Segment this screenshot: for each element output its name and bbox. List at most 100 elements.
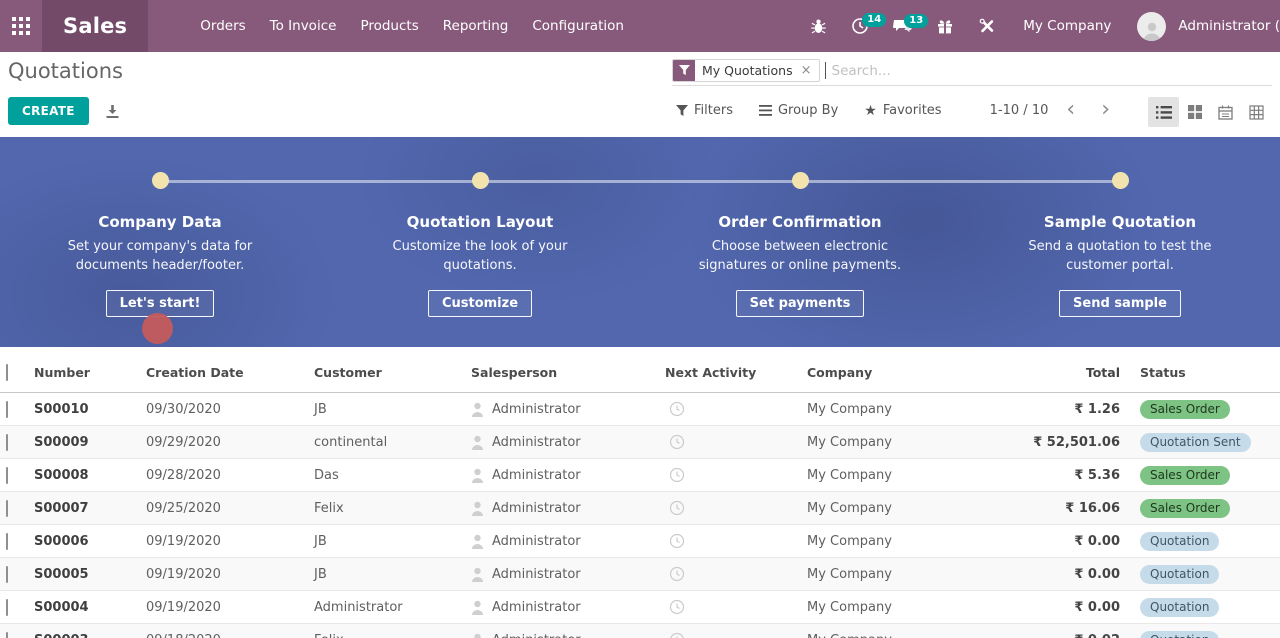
next-activity-clock-icon[interactable]	[669, 434, 807, 450]
table-row[interactable]: S00003 09/18/2020 Felix Administrator My…	[0, 624, 1280, 638]
app-name[interactable]: Sales	[42, 0, 148, 52]
cell-salesperson: Administrator	[492, 501, 581, 516]
column-header-company[interactable]: Company	[807, 365, 1010, 380]
status-badge: Quotation	[1140, 532, 1219, 551]
cell-total: ₹ 5.36	[1010, 468, 1120, 483]
table-row[interactable]: S00004 09/19/2020 Administrator Administ…	[0, 591, 1280, 624]
cell-number: S00010	[34, 402, 146, 417]
person-icon	[471, 402, 484, 417]
row-checkbox[interactable]	[6, 632, 8, 638]
nav-menu-configuration[interactable]: Configuration	[522, 10, 634, 42]
control-bar: CREATE Filters Group By ★ Favorites 1-10…	[0, 88, 1280, 137]
search-bar: My Quotations ×	[672, 56, 1272, 86]
funnel-icon	[673, 60, 695, 81]
row-checkbox[interactable]	[6, 401, 8, 418]
search-input[interactable]	[826, 63, 1273, 79]
row-checkbox[interactable]	[6, 467, 8, 484]
table-row[interactable]: S00007 09/25/2020 Felix Administrator My…	[0, 492, 1280, 525]
step-dot-icon	[472, 172, 489, 189]
onboarding-banner: Company Data Set your company's data for…	[0, 137, 1280, 347]
cell-total: ₹ 1.26	[1010, 402, 1120, 417]
nav-right-section: 14 13 My Company	[801, 0, 1280, 52]
cell-salesperson: Administrator	[492, 600, 581, 615]
apps-menu-icon[interactable]	[0, 0, 42, 52]
column-header-creation-date[interactable]: Creation Date	[146, 365, 314, 380]
row-checkbox[interactable]	[6, 533, 8, 550]
cell-creation-date: 09/29/2020	[146, 435, 314, 450]
cell-company: My Company	[807, 435, 1010, 450]
table-row[interactable]: S00005 09/19/2020 JB Administrator My Co…	[0, 558, 1280, 591]
calendar-view-button[interactable]	[1210, 97, 1241, 127]
person-icon	[471, 633, 484, 638]
next-activity-clock-icon[interactable]	[669, 599, 807, 615]
nav-menu-reporting[interactable]: Reporting	[433, 10, 519, 42]
person-icon	[471, 501, 484, 516]
list-view-button[interactable]	[1148, 97, 1179, 127]
user-menu[interactable]: Administrator (	[1172, 18, 1280, 34]
cell-company: My Company	[807, 468, 1010, 483]
row-checkbox[interactable]	[6, 500, 8, 517]
bug-icon[interactable]	[801, 10, 836, 43]
next-activity-clock-icon[interactable]	[669, 533, 807, 549]
group-by-icon	[759, 105, 772, 116]
cell-creation-date: 09/25/2020	[146, 501, 314, 516]
table-row[interactable]: S00010 09/30/2020 JB Administrator My Co…	[0, 393, 1280, 426]
nav-menu-products[interactable]: Products	[350, 10, 428, 42]
pivot-view-icon	[1249, 105, 1264, 120]
pivot-view-button[interactable]	[1241, 97, 1272, 127]
next-activity-clock-icon[interactable]	[669, 632, 807, 638]
create-button[interactable]: CREATE	[8, 97, 89, 125]
step-title: Sample Quotation	[960, 213, 1280, 231]
next-activity-clock-icon[interactable]	[669, 566, 807, 582]
column-header-total[interactable]: Total	[1010, 365, 1120, 380]
cell-company: My Company	[807, 534, 1010, 549]
filters-button[interactable]: Filters	[676, 103, 733, 118]
cell-salesperson: Administrator	[492, 534, 581, 549]
tools-icon[interactable]	[969, 9, 1005, 43]
row-checkbox[interactable]	[6, 599, 8, 616]
status-badge: Quotation	[1140, 565, 1219, 584]
select-all-checkbox[interactable]	[6, 364, 8, 381]
customize-button[interactable]: Customize	[428, 290, 532, 317]
quotations-list: Number Creation Date Customer Salesperso…	[0, 347, 1280, 638]
messages-count-badge: 13	[904, 14, 928, 28]
messages-icon[interactable]: 13	[884, 10, 921, 43]
column-header-next-activity[interactable]: Next Activity	[665, 365, 807, 380]
cell-salesperson: Administrator	[492, 567, 581, 582]
next-activity-clock-icon[interactable]	[669, 401, 807, 417]
favorites-button[interactable]: ★ Favorites	[864, 103, 941, 118]
set-payments-button[interactable]: Set payments	[736, 290, 865, 317]
column-header-status[interactable]: Status	[1120, 365, 1280, 380]
company-switcher[interactable]: My Company	[1011, 18, 1123, 34]
activities-icon[interactable]: 14	[842, 9, 878, 43]
column-header-number[interactable]: Number	[34, 365, 146, 380]
step-dot-icon	[152, 172, 169, 189]
table-row[interactable]: S00006 09/19/2020 JB Administrator My Co…	[0, 525, 1280, 558]
table-row[interactable]: S00009 09/29/2020 continental Administra…	[0, 426, 1280, 459]
cell-customer: JB	[314, 402, 471, 417]
filters-funnel-icon	[676, 105, 688, 117]
group-by-button[interactable]: Group By	[759, 103, 838, 118]
step-dot-icon	[1112, 172, 1129, 189]
nav-menu-to-invoice[interactable]: To Invoice	[260, 10, 347, 42]
user-avatar[interactable]	[1137, 12, 1166, 41]
column-header-salesperson[interactable]: Salesperson	[471, 365, 665, 380]
table-row[interactable]: S00008 09/28/2020 Das Administrator My C…	[0, 459, 1280, 492]
row-checkbox[interactable]	[6, 566, 8, 583]
pager-next-icon[interactable]: ›	[1093, 101, 1118, 119]
next-activity-clock-icon[interactable]	[669, 467, 807, 483]
facet-remove-icon[interactable]: ×	[800, 60, 819, 81]
pager-prev-icon[interactable]: ‹	[1058, 101, 1083, 119]
column-header-customer[interactable]: Customer	[314, 365, 471, 380]
person-icon	[471, 435, 484, 450]
send-sample-button[interactable]: Send sample	[1059, 290, 1181, 317]
next-activity-clock-icon[interactable]	[669, 500, 807, 516]
row-checkbox[interactable]	[6, 434, 8, 451]
nav-menu-orders[interactable]: Orders	[190, 10, 255, 42]
kanban-view-button[interactable]	[1179, 97, 1210, 127]
gift-icon[interactable]	[927, 9, 963, 43]
export-icon[interactable]	[105, 104, 120, 119]
step-description: Choose between electronic signatures or …	[691, 238, 909, 276]
status-badge: Sales Order	[1140, 466, 1230, 485]
cell-customer: JB	[314, 534, 471, 549]
